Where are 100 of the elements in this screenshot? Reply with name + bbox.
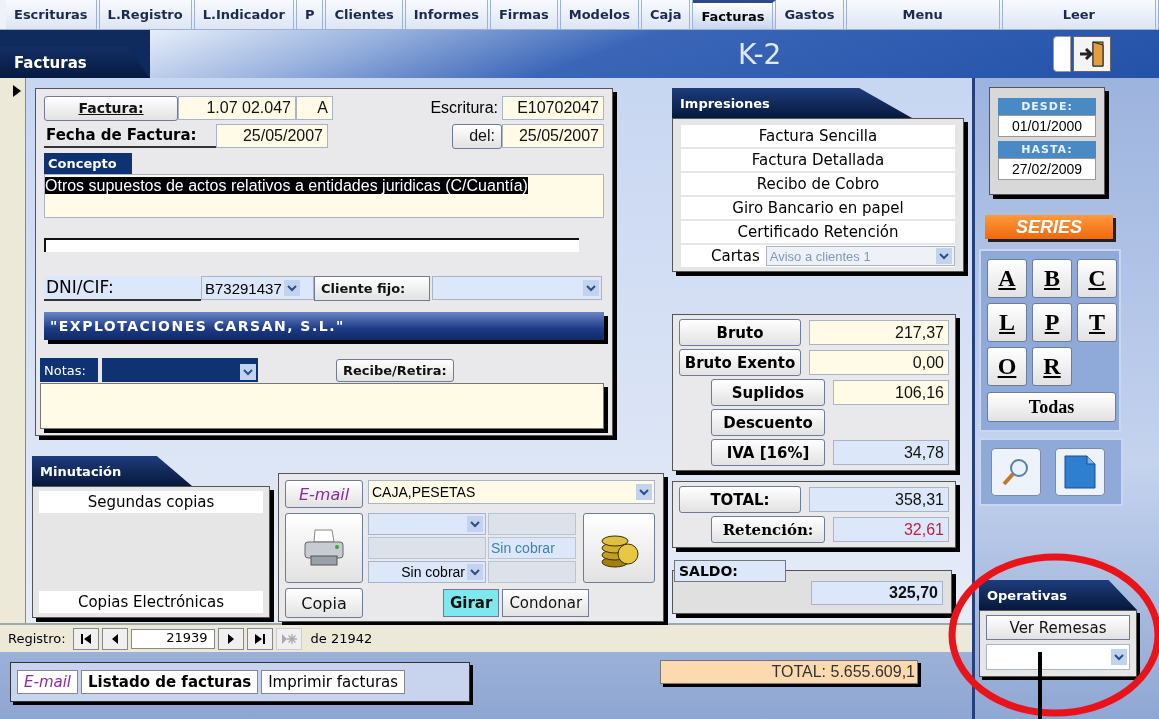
first-icon xyxy=(79,632,92,645)
payment-status-field[interactable]: Sin cobrar xyxy=(488,537,576,559)
all-series-button[interactable]: Todas xyxy=(987,392,1116,422)
hasta-label: HASTA: xyxy=(998,141,1096,158)
escritura-label: Escritura: xyxy=(430,99,498,117)
chevron-down-icon xyxy=(283,280,300,296)
menu-tab[interactable]: Leer xyxy=(1002,0,1159,29)
concept-field[interactable]: Otros supuestos de actos relativos a entidades juridicas (C/Cuantía) xyxy=(44,174,604,218)
print-button[interactable] xyxy=(285,513,363,583)
series-button[interactable]: C xyxy=(1077,259,1117,298)
amount-field[interactable]: 106,16 xyxy=(833,380,949,405)
menu-tab[interactable]: Facturas xyxy=(693,0,777,29)
ver-remesas-button[interactable]: Ver Remesas xyxy=(986,615,1130,640)
dni-dropdown[interactable]: B73291437 xyxy=(201,276,314,300)
report-button[interactable]: Imprimir facturas xyxy=(261,670,406,694)
amount-button[interactable]: Bruto Exento xyxy=(679,349,801,376)
amount-button[interactable]: Retención: xyxy=(711,516,825,543)
minutacion-item[interactable]: Copias Electrónicas xyxy=(39,591,263,613)
chevron-down-icon xyxy=(467,564,483,580)
start-date-field[interactable]: 01/01/2000 xyxy=(998,115,1096,137)
previous-record-button[interactable] xyxy=(101,627,128,650)
amount-button[interactable]: IVA [16%] xyxy=(711,439,825,466)
record-number-field[interactable]: 21939 xyxy=(130,628,215,649)
action-button[interactable]: Condonar xyxy=(502,589,590,617)
operations-dropdown[interactable] xyxy=(986,644,1130,670)
search-icon xyxy=(1001,457,1031,487)
print-option[interactable]: Giro Bancario en papel xyxy=(681,197,955,219)
amount-button[interactable]: Suplidos xyxy=(711,379,825,406)
amount-button[interactable]: TOTAL: xyxy=(679,486,801,513)
notes-dropdown[interactable] xyxy=(102,358,258,382)
series-field[interactable]: A xyxy=(296,96,333,120)
desde-label: DESDE: xyxy=(998,98,1096,115)
empty-field[interactable] xyxy=(44,238,579,252)
menu-tab[interactable]: L.Registro xyxy=(99,0,195,29)
report-button[interactable]: E-mail xyxy=(17,670,79,694)
amount-button[interactable]: Bruto xyxy=(679,319,801,346)
del-button[interactable]: del: xyxy=(452,123,502,149)
search-button[interactable] xyxy=(991,448,1041,496)
coins-button[interactable] xyxy=(583,513,655,583)
window-title: K-2 xyxy=(737,37,783,71)
amount-field[interactable]: 0,00 xyxy=(809,350,949,375)
chevron-down-icon xyxy=(467,516,483,532)
series-title: SERIES xyxy=(985,215,1113,239)
print-option[interactable]: Factura Detallada xyxy=(681,149,955,171)
menu-tab[interactable]: L.Indicador xyxy=(194,0,297,29)
chevron-down-icon xyxy=(636,484,652,500)
menu-tab[interactable]: Gastos xyxy=(776,0,847,29)
menu-tab[interactable]: Menu xyxy=(846,0,1003,29)
menu-tab[interactable]: Informes xyxy=(405,0,491,29)
chevron-down-icon xyxy=(936,248,952,264)
series-button[interactable]: O xyxy=(987,347,1027,386)
print-option[interactable]: Recibo de Cobro xyxy=(681,173,955,195)
cliente-fijo-button[interactable]: Cliente fijo: xyxy=(314,275,430,301)
action-button[interactable]: Girar xyxy=(443,589,500,617)
copia-button[interactable]: Copia xyxy=(285,588,363,618)
chevron-down-icon xyxy=(240,364,256,380)
account-dropdown[interactable]: CAJA,PESETAS xyxy=(368,480,655,504)
series-button[interactable]: B xyxy=(1032,259,1072,298)
email-button[interactable]: E-mail xyxy=(285,480,363,508)
series-button[interactable]: P xyxy=(1032,303,1072,342)
saldo-field[interactable]: 325,70 xyxy=(811,581,943,605)
record-pointer-icon xyxy=(12,84,22,98)
menu-tab[interactable]: P xyxy=(296,0,327,29)
document-button[interactable] xyxy=(1055,448,1105,496)
amount-button[interactable]: Descuento xyxy=(711,409,825,436)
last-record-button[interactable] xyxy=(246,627,273,650)
next-record-button[interactable] xyxy=(217,627,244,650)
series-button[interactable]: R xyxy=(1032,347,1072,386)
chevron-down-icon xyxy=(1111,649,1127,665)
menu-tab[interactable]: Clientes xyxy=(326,0,406,29)
menu-tab[interactable]: Modelos xyxy=(560,0,642,29)
record-count: de 21942 xyxy=(310,631,373,646)
invoice-date-field[interactable]: 25/05/2007 xyxy=(216,124,328,148)
end-date-field[interactable]: 27/02/2009 xyxy=(998,158,1096,180)
series-button[interactable]: L xyxy=(987,303,1027,342)
recibe-retira-button[interactable]: Recibe/Retira: xyxy=(336,358,454,382)
exit-button[interactable] xyxy=(1073,36,1111,72)
concepto-label: Concepto xyxy=(44,153,132,174)
report-button[interactable]: Listado de facturas xyxy=(81,670,259,694)
invoice-number-field[interactable]: 1.07 02.047 xyxy=(178,96,296,120)
series-button[interactable]: T xyxy=(1077,303,1117,342)
amount-field[interactable]: 32,61 xyxy=(833,517,949,542)
last-icon xyxy=(253,632,266,645)
print-option[interactable]: Certificado Retención xyxy=(681,221,955,243)
print-option[interactable]: Factura Sencilla xyxy=(681,125,955,147)
amount-field[interactable]: 217,37 xyxy=(809,320,949,345)
menu-tab[interactable]: Escrituras xyxy=(6,0,100,29)
series-button[interactable]: A xyxy=(987,259,1027,298)
payment-status-dropdown[interactable]: Sin cobrar xyxy=(368,561,486,583)
new-record-icon xyxy=(280,632,297,645)
minutacion-item[interactable]: Segundas copias xyxy=(39,491,263,513)
amount-field[interactable]: 358,31 xyxy=(809,487,949,512)
amount-field[interactable]: 34,78 xyxy=(833,440,949,465)
printer-icon xyxy=(302,528,346,568)
menu-tab[interactable]: Firmas xyxy=(490,0,561,29)
deed-date-field[interactable]: 25/05/2007 xyxy=(502,124,604,148)
first-record-button[interactable] xyxy=(72,627,99,650)
menu-tab[interactable]: Caja xyxy=(641,0,694,29)
escritura-field[interactable]: E10702047 xyxy=(502,96,604,120)
factura-button[interactable]: Factura: xyxy=(44,95,178,121)
